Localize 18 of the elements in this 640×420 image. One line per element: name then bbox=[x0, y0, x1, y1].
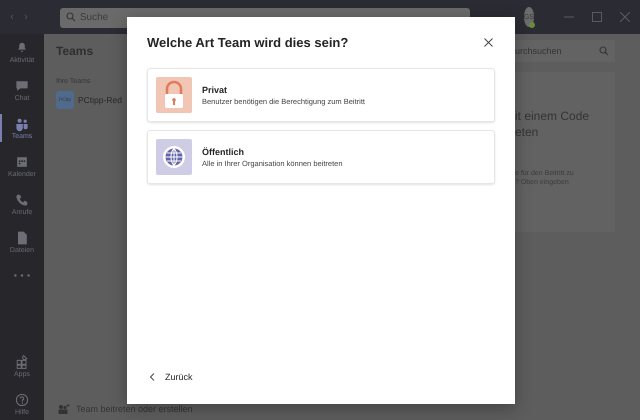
dialog-title: Welche Art Team wird dies sein? bbox=[147, 35, 348, 50]
people-add-icon bbox=[58, 404, 70, 414]
people-icon bbox=[14, 116, 30, 132]
help-icon bbox=[14, 392, 30, 408]
close-icon bbox=[484, 38, 493, 47]
chevron-left-icon bbox=[149, 373, 155, 381]
close-icon[interactable] bbox=[620, 12, 630, 22]
option-title: Öffentlich bbox=[202, 146, 245, 156]
close-button[interactable] bbox=[482, 36, 495, 49]
phone-icon bbox=[14, 192, 30, 208]
apps-icon bbox=[14, 354, 30, 370]
calendar-icon bbox=[14, 154, 30, 170]
maximize-icon[interactable] bbox=[592, 12, 602, 22]
option-title: Privat bbox=[202, 84, 228, 94]
search-icon bbox=[599, 46, 609, 56]
more-icon bbox=[14, 274, 30, 277]
back-button[interactable]: Zurück bbox=[147, 370, 195, 384]
chat-bubble-icon bbox=[14, 78, 30, 94]
